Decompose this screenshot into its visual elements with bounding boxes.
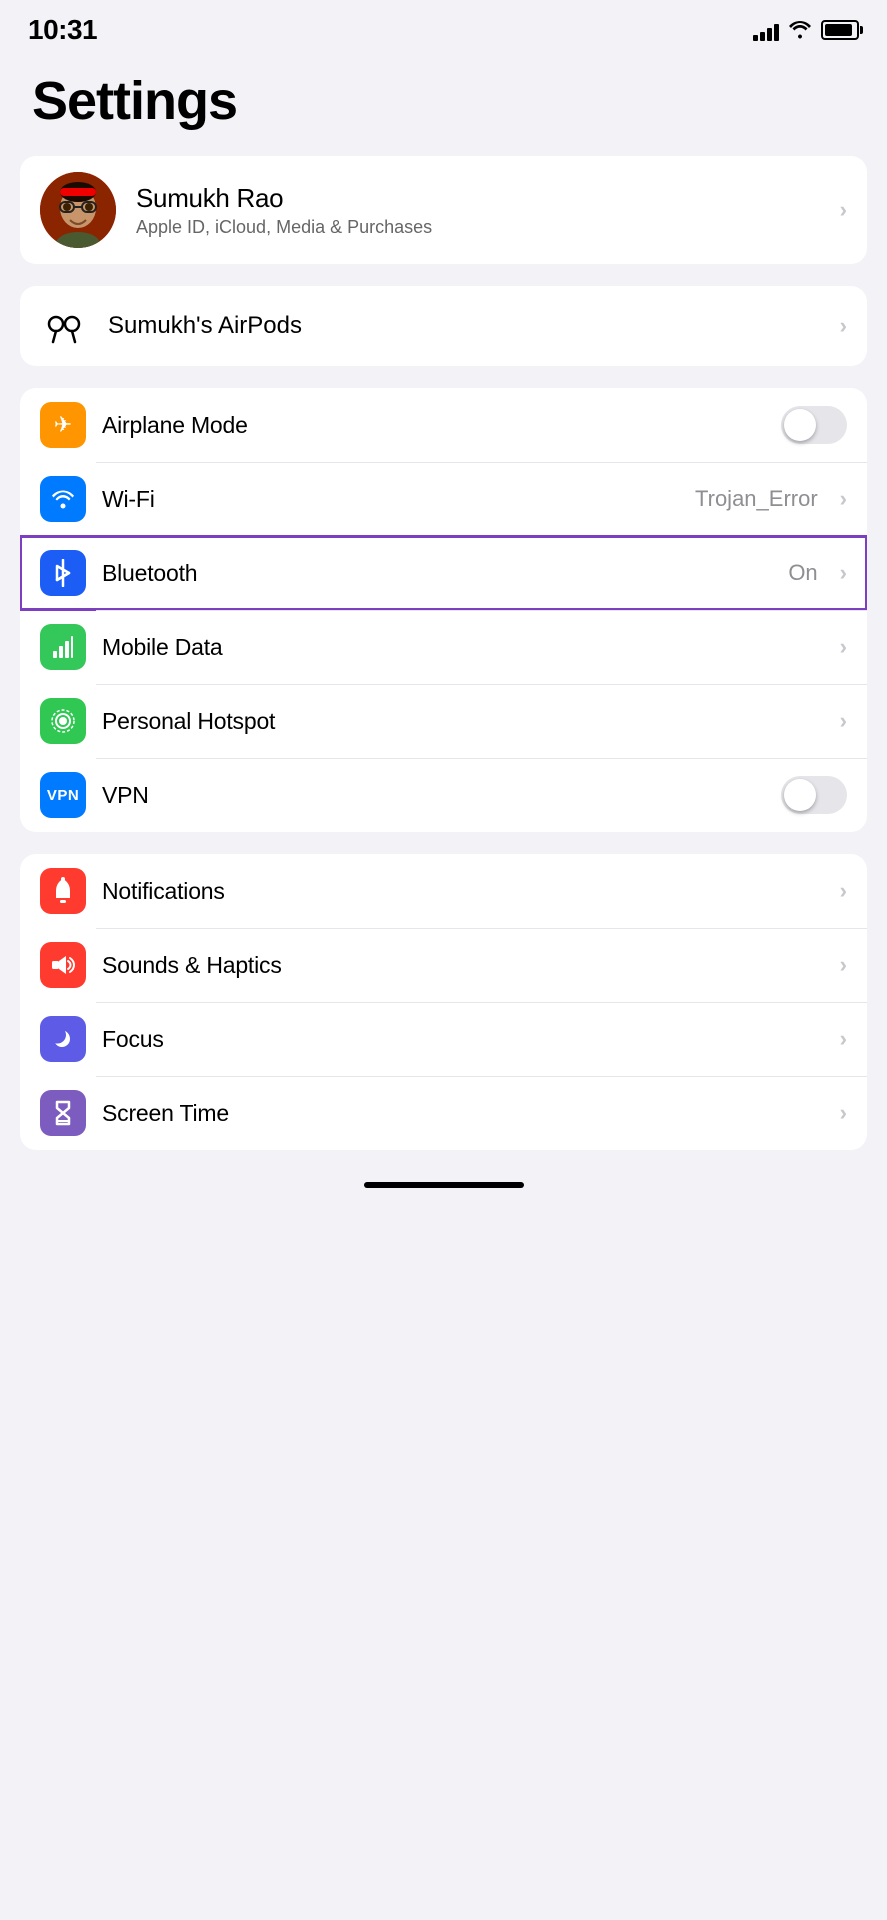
- mobile-data-icon: [40, 624, 86, 670]
- sounds-haptics-chevron-icon: ›: [840, 952, 847, 978]
- wifi-svg-icon: [50, 488, 76, 510]
- personal-hotspot-label: Personal Hotspot: [102, 708, 824, 735]
- focus-row[interactable]: Focus ›: [20, 1002, 867, 1076]
- notifications-chevron-icon: ›: [840, 878, 847, 904]
- profile-info: Sumukh Rao Apple ID, iCloud, Media & Pur…: [136, 183, 820, 238]
- sounds-haptics-row[interactable]: Sounds & Haptics ›: [20, 928, 867, 1002]
- airplane-mode-icon: ✈: [40, 402, 86, 448]
- system-settings-group: Notifications › Sounds & Haptics ›: [20, 854, 867, 1150]
- focus-chevron-icon: ›: [840, 1026, 847, 1052]
- network-settings-section: ✈ Airplane Mode Wi-Fi Trojan_Error ›: [20, 388, 867, 832]
- bluetooth-chevron-icon: ›: [840, 560, 847, 586]
- screen-time-icon: [40, 1090, 86, 1136]
- bottom-spacer: [0, 1172, 887, 1212]
- hourglass-svg-icon: [50, 1100, 76, 1126]
- airpods-svg-icon: [42, 304, 86, 348]
- vpn-icon: VPN: [40, 772, 86, 818]
- airpods-card: Sumukh's AirPods ›: [20, 286, 867, 366]
- screen-time-chevron-icon: ›: [840, 1100, 847, 1126]
- bell-svg-icon: [51, 877, 75, 905]
- vpn-badge: VPN: [40, 783, 86, 808]
- profile-subtitle: Apple ID, iCloud, Media & Purchases: [136, 217, 820, 238]
- bluetooth-icon: [40, 550, 86, 596]
- airpods-row[interactable]: Sumukh's AirPods ›: [20, 286, 867, 366]
- bluetooth-row[interactable]: Bluetooth On ›: [20, 536, 867, 610]
- profile-name: Sumukh Rao: [136, 183, 820, 214]
- airplane-mode-row[interactable]: ✈ Airplane Mode: [20, 388, 867, 462]
- sounds-haptics-label: Sounds & Haptics: [102, 952, 824, 979]
- bluetooth-svg-icon: [52, 559, 74, 587]
- wifi-icon: [40, 476, 86, 522]
- profile-section: Sumukh Rao Apple ID, iCloud, Media & Pur…: [20, 156, 867, 264]
- status-icons: [753, 19, 859, 41]
- notifications-row[interactable]: Notifications ›: [20, 854, 867, 928]
- airpods-section: Sumukh's AirPods ›: [20, 286, 867, 366]
- notifications-label: Notifications: [102, 878, 824, 905]
- signal-bars-icon: [753, 19, 779, 41]
- system-settings-section: Notifications › Sounds & Haptics ›: [20, 854, 867, 1150]
- airpods-icon: [40, 302, 88, 350]
- personal-hotspot-icon: [40, 698, 86, 744]
- wifi-value: Trojan_Error: [695, 486, 818, 512]
- screen-time-label: Screen Time: [102, 1100, 824, 1127]
- notifications-icon: [40, 868, 86, 914]
- profile-card: Sumukh Rao Apple ID, iCloud, Media & Pur…: [20, 156, 867, 264]
- network-settings-group: ✈ Airplane Mode Wi-Fi Trojan_Error ›: [20, 388, 867, 832]
- airpods-chevron-icon: ›: [840, 313, 847, 339]
- wifi-status-icon: [787, 19, 813, 41]
- wifi-label: Wi-Fi: [102, 486, 679, 513]
- hotspot-svg-icon: [50, 708, 76, 734]
- focus-icon: [40, 1016, 86, 1062]
- page-title: Settings: [0, 54, 887, 156]
- screen-time-row[interactable]: Screen Time ›: [20, 1076, 867, 1150]
- mobile-data-chevron-icon: ›: [840, 634, 847, 660]
- speaker-svg-icon: [50, 952, 76, 978]
- signal-svg-icon: [52, 635, 74, 659]
- profile-row[interactable]: Sumukh Rao Apple ID, iCloud, Media & Pur…: [20, 156, 867, 264]
- vpn-row[interactable]: VPN VPN: [20, 758, 867, 832]
- wifi-chevron-icon: ›: [840, 486, 847, 512]
- profile-chevron-icon: ›: [840, 197, 847, 223]
- status-bar: 10:31: [0, 0, 887, 54]
- airpods-label: Sumukh's AirPods: [108, 312, 820, 340]
- vpn-toggle[interactable]: [781, 776, 847, 814]
- personal-hotspot-chevron-icon: ›: [840, 708, 847, 734]
- home-indicator: [364, 1182, 524, 1188]
- personal-hotspot-row[interactable]: Personal Hotspot ›: [20, 684, 867, 758]
- wifi-row[interactable]: Wi-Fi Trojan_Error ›: [20, 462, 867, 536]
- moon-svg-icon: [50, 1026, 76, 1052]
- mobile-data-row[interactable]: Mobile Data ›: [20, 610, 867, 684]
- focus-label: Focus: [102, 1026, 824, 1053]
- bluetooth-label: Bluetooth: [102, 560, 772, 587]
- avatar: [40, 172, 116, 248]
- sounds-haptics-icon: [40, 942, 86, 988]
- status-time: 10:31: [28, 14, 97, 46]
- airplane-mode-toggle[interactable]: [781, 406, 847, 444]
- vpn-label: VPN: [102, 782, 765, 809]
- battery-icon: [821, 20, 859, 40]
- bluetooth-value: On: [788, 560, 817, 586]
- mobile-data-label: Mobile Data: [102, 634, 824, 661]
- airplane-mode-label: Airplane Mode: [102, 412, 765, 439]
